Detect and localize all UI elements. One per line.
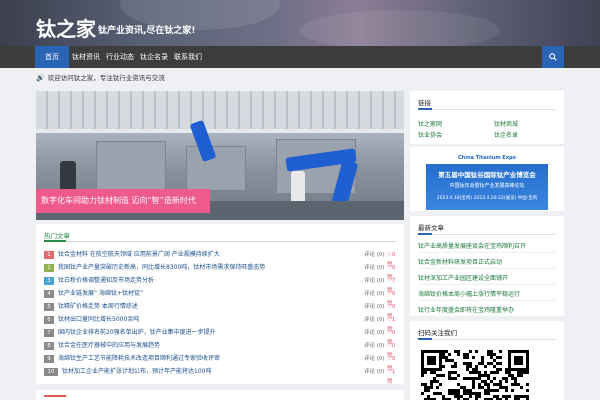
sidebar-link[interactable]: 钛材商城 bbox=[494, 119, 518, 128]
comment-count[interactable]: 评论 (0) bbox=[364, 341, 385, 351]
comment-count[interactable]: 评论 (0) bbox=[364, 354, 385, 364]
nav-item-home[interactable]: 首页 bbox=[35, 46, 69, 68]
rank-badge: 8 bbox=[44, 342, 54, 350]
section-divider bbox=[44, 240, 396, 242]
expo-title: 第五届中国钛谷国际钛产业博览会 bbox=[438, 171, 536, 179]
notice-text[interactable]: 欢迎访问钛之家，专注钛行业资讯与交流 bbox=[48, 74, 165, 82]
article-row[interactable]: 9 海绵钛生产工艺节能降耗技术改造项目顺利通过专家验收评审 评论 (0) ♡0赞 bbox=[44, 354, 396, 372]
comment-count[interactable]: 评论 (0) bbox=[364, 263, 385, 273]
article-row[interactable]: 3 钛白粉价格调整通知及市场走势分析 评论 (0) ♡7赞 bbox=[44, 276, 396, 294]
article-title[interactable]: 钛材加工企业产能扩张计划公布，预计年产能将达100吨 bbox=[62, 367, 342, 377]
rank-badge: 6 bbox=[44, 316, 54, 324]
hero-ceiling bbox=[36, 91, 404, 131]
rank-badge: 1 bbox=[44, 251, 54, 259]
hero-machine bbox=[96, 141, 166, 191]
search-button[interactable] bbox=[542, 46, 564, 68]
nav-items: 首页 钛材资讯 行业动态 钛企名录 联系我们 bbox=[35, 46, 205, 68]
article-row[interactable]: 2 我国钛产业产量突破历史新高，同比增长8300吨，钛材市场需求保持旺盛态势 评论 … bbox=[44, 263, 396, 281]
news-item[interactable]: 钛合金新材料研发项目正式启动 bbox=[418, 257, 556, 266]
header-banner: 钛之家 钛产业资讯,尽在钛之家! bbox=[0, 0, 600, 46]
section-divider bbox=[418, 108, 556, 110]
like-count[interactable]: ♡1赞 bbox=[387, 367, 396, 387]
latest-news-box: 最新文章 钛产业高质量发展座谈会在宝鸡顺利召开 钛合金新材料研发项目正式启动 钛… bbox=[410, 216, 564, 316]
expo-date: 2023.4.18(宝鸡) 2023.4.20-22(展览) 中国·宝鸡 bbox=[436, 196, 538, 201]
main-nav: 首页 钛材资讯 行业动态 钛企名录 联系我们 bbox=[0, 46, 600, 68]
sidebar-link[interactable]: 钛企名录 bbox=[494, 130, 518, 139]
qr-code-image bbox=[421, 350, 529, 400]
nav-item-directory[interactable]: 钛企名录 bbox=[137, 46, 171, 68]
expo-banner[interactable]: China Titanium Expo 第五届中国钛谷国际钛产业博览会 中国钛年… bbox=[426, 152, 548, 210]
nav-item-industry[interactable]: 行业动态 bbox=[103, 46, 137, 68]
hero-caption[interactable]: 数字化车间助力钛材制造 迈向“智”造新时代 bbox=[36, 189, 210, 213]
article-title[interactable]: 钛材出口量同比增长5000余吨 bbox=[58, 315, 338, 325]
site-brand[interactable]: 钛之家 钛产业资讯,尽在钛之家! bbox=[36, 13, 196, 42]
article-title[interactable]: 我国钛产业产量突破历史新高，同比增长8300吨，钛材市场需求保持旺盛态势 bbox=[58, 263, 338, 273]
hot-articles-title: 热门文章 bbox=[44, 232, 70, 240]
rank-badge: 10 bbox=[44, 368, 58, 376]
article-row[interactable]: 1 钛合金材料 在航空航天领域 应用前景广阔 产业规模持续扩大 评论 (0) ♡0赞 bbox=[44, 250, 396, 268]
rank-badge: 7 bbox=[44, 329, 54, 337]
notice-bar: 🔊 欢迎访问钛之家，专注钛行业资讯与交流 bbox=[36, 72, 564, 84]
links-title: 链接 bbox=[418, 99, 431, 107]
site-name[interactable]: 钛之家 bbox=[36, 17, 96, 41]
section-divider bbox=[418, 338, 556, 340]
article-row[interactable]: 10 钛材加工企业产能扩张计划公布，预计年产能将达100吨 评论 (0) ♡1赞 bbox=[44, 367, 396, 385]
banner-cloud bbox=[300, 10, 500, 46]
sidebar-link[interactable]: 钛之家网 bbox=[418, 119, 442, 128]
comment-count[interactable]: 评论 (0) bbox=[364, 289, 385, 299]
nav-item-news[interactable]: 钛材资讯 bbox=[69, 46, 103, 68]
article-row[interactable]: 5 钛精矿价格走势 本周行情综述 评论 (0) ♡0赞 bbox=[44, 302, 396, 320]
article-row[interactable]: 4 钛产业链发展“ 海绵钛+钛材锭” 评论 (0) ♡0赞 bbox=[44, 289, 396, 307]
expo-brand: China Titanium Expo bbox=[426, 152, 548, 164]
comment-count[interactable]: 评论 (0) bbox=[364, 315, 385, 325]
rank-badge: 2 bbox=[44, 264, 54, 272]
news-item[interactable]: 钛行业年度盛会即将在宝鸡隆重举办 bbox=[418, 305, 556, 314]
hero-machine bbox=[186, 146, 246, 191]
comment-count[interactable]: 评论 (0) bbox=[364, 328, 385, 338]
article-title[interactable]: 钛合金材料 在航空航天领域 应用前景广阔 产业规模持续扩大 bbox=[58, 250, 338, 260]
rank-badge: 9 bbox=[44, 355, 54, 363]
article-row[interactable]: 8 钛合金在医疗器械中的应用与发展趋势 评论 (0) ♡0赞 bbox=[44, 341, 396, 359]
news-item[interactable]: 海绵钛价格本周小幅上涨行情平稳运行 bbox=[418, 289, 556, 298]
links-box: 链接 钛之家网 钛材商城 钛业协会 钛企名录 bbox=[410, 91, 564, 144]
article-title[interactable]: 钛产业链发展“ 海绵钛+钛材锭” bbox=[58, 289, 338, 299]
article-title[interactable]: 钛白粉价格调整通知及市场走势分析 bbox=[58, 276, 338, 286]
hot-articles-panel: 热门文章 1 钛合金材料 在航空航天领域 应用前景广阔 产业规模持续扩大 评论 (0… bbox=[36, 224, 404, 385]
article-row[interactable]: 6 钛材出口量同比增长5000余吨 评论 (0) ♡1赞 bbox=[44, 315, 396, 333]
comment-count[interactable]: 评论 (0) bbox=[364, 276, 385, 286]
section-divider bbox=[418, 233, 556, 235]
article-title[interactable]: 钛精矿价格走势 本周行情综述 bbox=[58, 302, 338, 312]
article-title[interactable]: 钛合金在医疗器械中的应用与发展趋势 bbox=[58, 341, 338, 351]
sidebar-link[interactable]: 钛业协会 bbox=[418, 130, 442, 139]
comment-count[interactable]: 评论 (0) bbox=[364, 250, 385, 260]
nav-item-contact[interactable]: 联系我们 bbox=[171, 46, 205, 68]
news-item[interactable]: 钛材深加工产业园区建设全面铺开 bbox=[418, 273, 556, 282]
rank-badge: 5 bbox=[44, 303, 54, 311]
site-slogan: 钛产业资讯,尽在钛之家! bbox=[98, 26, 196, 36]
article-title[interactable]: 海绵钛生产工艺节能降耗技术改造项目顺利通过专家验收评审 bbox=[58, 354, 338, 364]
hero-beam bbox=[36, 129, 404, 133]
latest-news-title: 最新文章 bbox=[418, 224, 444, 232]
article-row[interactable]: 7 国内钛企业排名前20强名单出炉，钛产业集中度进一步提升 评论 (0) ♡0赞 bbox=[44, 328, 396, 346]
article-title[interactable]: 国内钛企业排名前20强名单出炉，钛产业集中度进一步提升 bbox=[58, 328, 338, 338]
qr-code bbox=[417, 350, 529, 400]
news-item[interactable]: 钛产业高质量发展座谈会在宝鸡顺利召开 bbox=[418, 241, 556, 250]
speaker-icon: 🔊 bbox=[36, 74, 45, 82]
expo-subtitle: 中国钛年会暨钛产业发展高峰论坛 bbox=[449, 183, 525, 189]
next-section bbox=[36, 390, 404, 400]
rank-badge: 4 bbox=[44, 290, 54, 298]
search-icon bbox=[549, 52, 557, 61]
rank-badge: 3 bbox=[44, 277, 54, 285]
qr-title: 扫码关注我们 bbox=[418, 329, 457, 337]
comment-count[interactable]: 评论 (0) bbox=[364, 302, 385, 312]
comment-count[interactable]: 评论 (0) bbox=[364, 367, 385, 377]
